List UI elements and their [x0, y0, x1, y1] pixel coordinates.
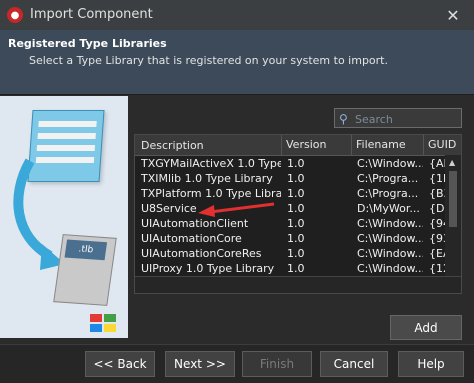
next-button[interactable]: Next >>: [165, 351, 235, 377]
cell-description: UIAutomationCoreRes: [141, 247, 262, 260]
cell-filename: C:\Window...: [357, 157, 423, 170]
cell-filename: D:\MyWor...: [357, 202, 420, 215]
vertical-scrollbar[interactable]: ▲: [445, 155, 461, 279]
cell-version: 1.0: [287, 202, 305, 215]
add-button[interactable]: Add: [390, 315, 462, 340]
table-header: Description Version Filename GUID: [135, 135, 461, 156]
cell-description: UIProxy 1.0 Type Library: [141, 262, 275, 275]
cell-filename: C:\Progra...: [357, 172, 419, 185]
column-header-version[interactable]: Version: [281, 135, 350, 155]
type-library-table[interactable]: Description Version Filename GUID TXGYMa…: [134, 134, 462, 294]
table-row[interactable]: UIProxy 1.0 Type Library 1.0 C:\Window...{…: [135, 262, 461, 276]
finish-button[interactable]: Finish: [242, 351, 312, 377]
help-button[interactable]: Help: [398, 351, 464, 377]
cell-description: UIAutomationCore: [141, 232, 242, 245]
column-header-description[interactable]: Description: [141, 139, 204, 152]
cell-description: TXGYMailActiveX 1.0 Type Li...: [141, 157, 281, 170]
cell-version: 1.0: [287, 217, 305, 230]
cell-version: 1.0: [287, 262, 305, 275]
app-logo-icon: ●: [7, 7, 23, 23]
cell-version: 1.0: [287, 247, 305, 260]
cell-filename: C:\Window...: [357, 232, 423, 245]
close-button[interactable]: ✕: [432, 0, 474, 30]
page-subtitle: Select a Type Library that is registered…: [29, 54, 388, 67]
back-button[interactable]: << Back: [85, 351, 155, 377]
table-row[interactable]: UIAutomationClient 1.0 C:\Window... {944: [135, 217, 461, 231]
cancel-button[interactable]: Cancel: [320, 351, 388, 377]
search-icon: ⚲: [339, 112, 348, 126]
window-title: Import Component: [30, 7, 153, 22]
column-header-filename[interactable]: Filename: [351, 135, 422, 155]
table-row[interactable]: TXGYMailActiveX 1.0 Type Li... 1.0 C:\Wind…: [135, 157, 461, 171]
cell-filename: C:\Window...: [357, 247, 423, 260]
column-header-guid[interactable]: GUID: [423, 135, 461, 155]
cell-description: TXPlatform 1.0 Type Library: [141, 187, 281, 200]
cell-description: TXIMlib 1.0 Type Library: [141, 172, 273, 185]
search-field[interactable]: ⚲: [334, 108, 462, 128]
table-row[interactable]: UIAutomationCoreRes 1.0 C:\Window... {EA3: [135, 247, 461, 261]
table-row[interactable]: U8Service 1.0 D:\MyWor... {D57: [135, 202, 461, 216]
cell-version: 1.0: [287, 187, 305, 200]
table-row[interactable]: TXPlatform 1.0 Type Library 1.0 C:\Progra.…: [135, 187, 461, 201]
annotation-arrow-icon: [198, 202, 275, 217]
cell-version: 1.0: [287, 157, 305, 170]
search-input[interactable]: [353, 110, 461, 128]
wizard-footer: << Back Next >> Finish Cancel Help: [0, 344, 474, 383]
scrollbar-thumb[interactable]: [449, 171, 457, 227]
windows-logo-icon: [90, 314, 118, 334]
table-row[interactable]: TXIMlib 1.0 Type Library 1.0 C:\Progra...{…: [135, 172, 461, 186]
cell-filename: C:\Window...: [357, 262, 423, 275]
tlb-file-icon: .tlb: [53, 234, 117, 306]
page-title: Registered Type Libraries: [8, 37, 167, 50]
cell-version: 1.0: [287, 232, 305, 245]
wizard-illustration: .tlb: [0, 96, 128, 338]
horizontal-scrollbar[interactable]: [135, 276, 461, 293]
title-bar: ● Import Component ✕: [0, 0, 474, 31]
cell-filename: C:\Progra...: [357, 187, 419, 200]
scroll-up-icon[interactable]: ▲: [449, 158, 455, 167]
table-row[interactable]: UIAutomationCore 1.0 C:\Window... {930: [135, 232, 461, 246]
cell-filename: C:\Window...: [357, 217, 423, 230]
cell-version: 1.0: [287, 172, 305, 185]
header-panel: Registered Type Libraries Select a Type …: [0, 30, 474, 95]
